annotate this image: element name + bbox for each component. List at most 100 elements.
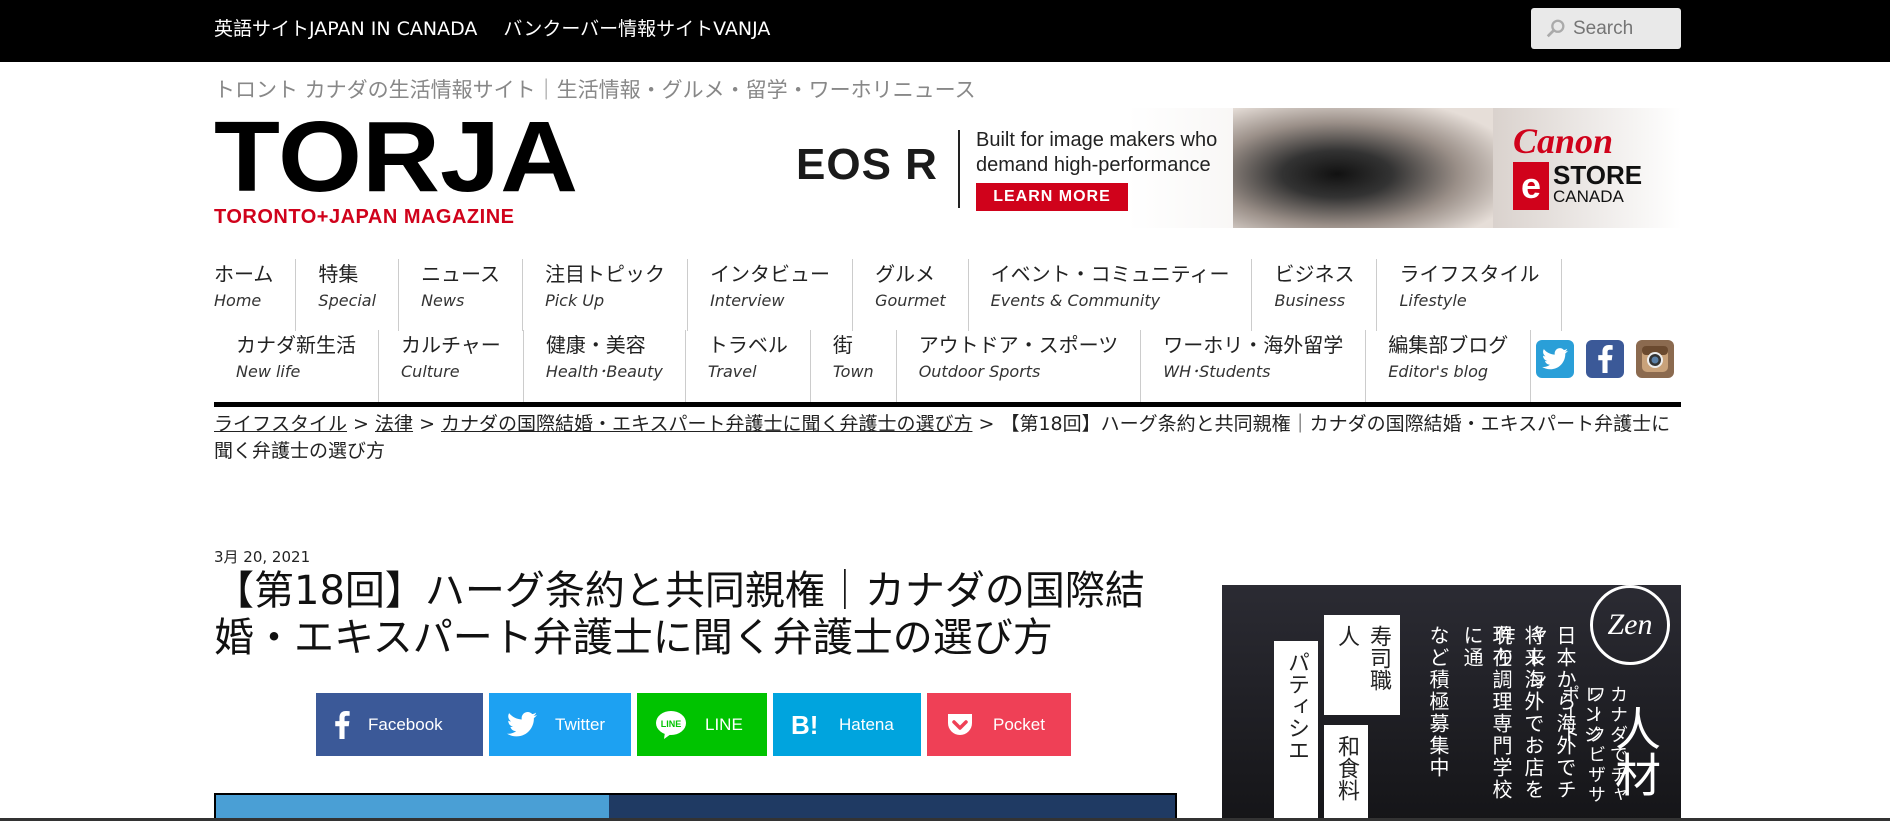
- ad-divider: [958, 130, 960, 208]
- nav-gourmet[interactable]: グルメ Gourmet: [853, 259, 969, 331]
- nav-travel[interactable]: トラベル Travel: [686, 330, 811, 402]
- nav-label-jp: 注目トピック: [545, 262, 666, 286]
- nav-town[interactable]: 街 Town: [811, 330, 897, 402]
- nav-business[interactable]: ビジネス Business: [1252, 259, 1378, 331]
- canon-logo: Canon: [1513, 121, 1614, 161]
- share-twitter-label: Twitter: [555, 714, 606, 734]
- share-line-label: LINE: [705, 714, 743, 734]
- top-bar: 英語サイトJAPAN IN CANADA バンクーバー情報サイトVANJA: [0, 0, 1890, 62]
- facebook-icon[interactable]: [1586, 340, 1624, 378]
- nav-label-jp: グルメ: [875, 262, 936, 286]
- ad-copy-line1: Built for image makers who: [976, 129, 1218, 151]
- nav-wh-students[interactable]: ワーホリ・海外留学 WH･Students: [1141, 330, 1367, 402]
- nav-culture[interactable]: カルチャー Culture: [379, 330, 524, 402]
- post-title: 【第18回】ハーグ条約と共同親権｜カナダの国際結婚・エキスパート弁護士に聞く弁護…: [214, 568, 1145, 661]
- nav-newlife[interactable]: カナダ新生活 New life: [214, 330, 379, 402]
- estore-store: STORE: [1553, 160, 1643, 190]
- link-vanja[interactable]: バンクーバー情報サイトVANJA: [503, 14, 770, 41]
- nav-label-jp: トラベル: [707, 333, 788, 357]
- share-twitter-button[interactable]: Twitter: [489, 693, 631, 756]
- ad-heading: 人材: [1608, 705, 1662, 797]
- breadcrumb-lifestyle[interactable]: ライフスタイル: [214, 413, 347, 435]
- twitter-icon: [507, 712, 537, 737]
- nav-label-en: Home: [214, 291, 262, 310]
- topbar-links: 英語サイトJAPAN IN CANADA バンクーバー情報サイトVANJA: [214, 14, 770, 41]
- breadcrumb-separator: >: [413, 413, 442, 435]
- ad-copy: Built for image makers who demand high-p…: [976, 128, 1217, 178]
- breadcrumb-separator: >: [347, 413, 376, 435]
- nav-label-en: Events & Community: [990, 291, 1161, 310]
- share-facebook-button[interactable]: Facebook: [316, 693, 483, 756]
- nav-label-en: Interview: [710, 291, 785, 310]
- zen-logo: Zen: [1590, 585, 1670, 665]
- share-hatena-button[interactable]: B! Hatena: [773, 693, 921, 756]
- share-line-button[interactable]: LINE LINE: [637, 693, 767, 756]
- estore-e: e: [1513, 162, 1549, 210]
- nav-label-en: News: [421, 291, 465, 310]
- nav-label-en: Editor's blog: [1388, 362, 1489, 381]
- search-box[interactable]: [1531, 8, 1681, 49]
- pocket-icon: [948, 713, 972, 735]
- nav-label-jp: ビジネス: [1274, 262, 1355, 286]
- nav-special[interactable]: 特集 Special: [296, 259, 400, 331]
- ad-text-col-last: など積極募集中: [1426, 625, 1450, 779]
- main-nav-row-1: ホーム Home 特集 Special ニュース News 注目トピック Pick Up…: [214, 259, 1563, 331]
- nav-label-jp: 特集: [318, 262, 359, 286]
- ad-card-patissier: パティシエ: [1274, 641, 1318, 821]
- nav-label-jp: ホーム: [214, 262, 274, 286]
- nav-label-en: New life: [236, 362, 301, 381]
- nav-label-en: Special: [318, 291, 377, 310]
- nav-label-en: Lifestyle: [1399, 291, 1467, 310]
- ad-camera-photo: [1233, 108, 1493, 228]
- ad-brand: EOS R: [796, 140, 938, 189]
- nav-label-en: Pick Up: [545, 291, 605, 310]
- search-input[interactable]: [1573, 17, 1673, 40]
- search-icon: [1546, 19, 1565, 37]
- share-facebook-label: Facebook: [368, 714, 443, 734]
- nav-label-en: Travel: [707, 362, 757, 381]
- nav-label-en: Health･Beauty: [545, 362, 663, 381]
- nav-label-en: Culture: [401, 362, 460, 381]
- nav-health-beauty[interactable]: 健康・美容 Health･Beauty: [524, 330, 686, 402]
- breadcrumb: ライフスタイル > 法律 > カナダの国際結婚・エキスパート弁護士に聞く弁護士の…: [214, 411, 1681, 465]
- line-icon: LINE: [656, 710, 686, 739]
- twitter-icon[interactable]: [1536, 340, 1574, 378]
- main-nav-row-2: カナダ新生活 New life カルチャー Culture 健康・美容 Health･…: [214, 330, 1532, 402]
- nav-label-jp: カルチャー: [401, 333, 501, 357]
- svg-text:B!: B!: [791, 712, 818, 738]
- nav-editors-blog[interactable]: 編集部ブログ Editor's blog: [1366, 330, 1532, 402]
- hatena-icon: B!: [791, 712, 818, 738]
- nav-label-jp: カナダ新生活: [236, 333, 356, 357]
- nav-lifestyle[interactable]: ライフスタイル Lifestyle: [1377, 259, 1563, 331]
- canon-ad-banner[interactable]: EOS R Built for image makers who demand …: [788, 108, 1681, 228]
- share-hatena-label: Hatena: [839, 714, 894, 734]
- nav-home[interactable]: ホーム Home: [214, 259, 297, 331]
- share-pocket-button[interactable]: Pocket: [927, 693, 1071, 756]
- nav-label-jp: ニュース: [421, 262, 501, 286]
- site-tagline: トロント カナダの生活情報サイト｜生活情報・グルメ・留学・ワーホリニュース: [214, 78, 976, 102]
- nav-label-en: Gourmet: [875, 291, 946, 310]
- ad-card-sushi: 寿司職人: [1324, 615, 1400, 715]
- nav-label-jp: アウトドア・スポーツ: [918, 333, 1119, 357]
- ad-learn-more-button[interactable]: LEARN MORE: [976, 183, 1128, 211]
- nav-label-jp: ワーホリ・海外留学: [1163, 333, 1344, 357]
- nav-interview[interactable]: インタビュー Interview: [688, 259, 854, 331]
- nav-events[interactable]: イベント・コミュニティー Events & Community: [969, 259, 1253, 331]
- site-logo[interactable]: TORJA TORONTO+JAPAN MAGAZINE: [214, 107, 578, 228]
- instagram-icon[interactable]: [1636, 340, 1674, 378]
- nav-label-jp: イベント・コミュニティー: [990, 262, 1230, 286]
- nav-outdoor-sports[interactable]: アウトドア・スポーツ Outdoor Sports: [897, 330, 1142, 402]
- breadcrumb-law[interactable]: 法律: [375, 413, 413, 435]
- share-buttons: Facebook Twitter LINE LINE B! Hatena Poc…: [316, 693, 1077, 756]
- article-hero-image: [214, 793, 1177, 821]
- logo-wordmark: TORJA: [214, 101, 579, 213]
- breadcrumb-series[interactable]: カナダの国際結婚・エキスパート弁護士に聞く弁護士の選び方: [441, 413, 972, 435]
- nav-label-jp: 健康・美容: [545, 333, 646, 357]
- nav-news[interactable]: ニュース News: [399, 259, 524, 331]
- sidebar-ad-zen[interactable]: パティシエ 寿司職人 和食料 など積極募集中 現在調理専門学校に通 将来海外でお…: [1222, 585, 1681, 821]
- facebook-icon: [335, 710, 350, 739]
- nav-label-en: Town: [832, 362, 874, 381]
- nav-label-jp: 街: [832, 333, 853, 357]
- nav-pickup[interactable]: 注目トピック Pick Up: [523, 259, 689, 331]
- link-japan-in-canada[interactable]: 英語サイトJAPAN IN CANADA: [214, 14, 477, 41]
